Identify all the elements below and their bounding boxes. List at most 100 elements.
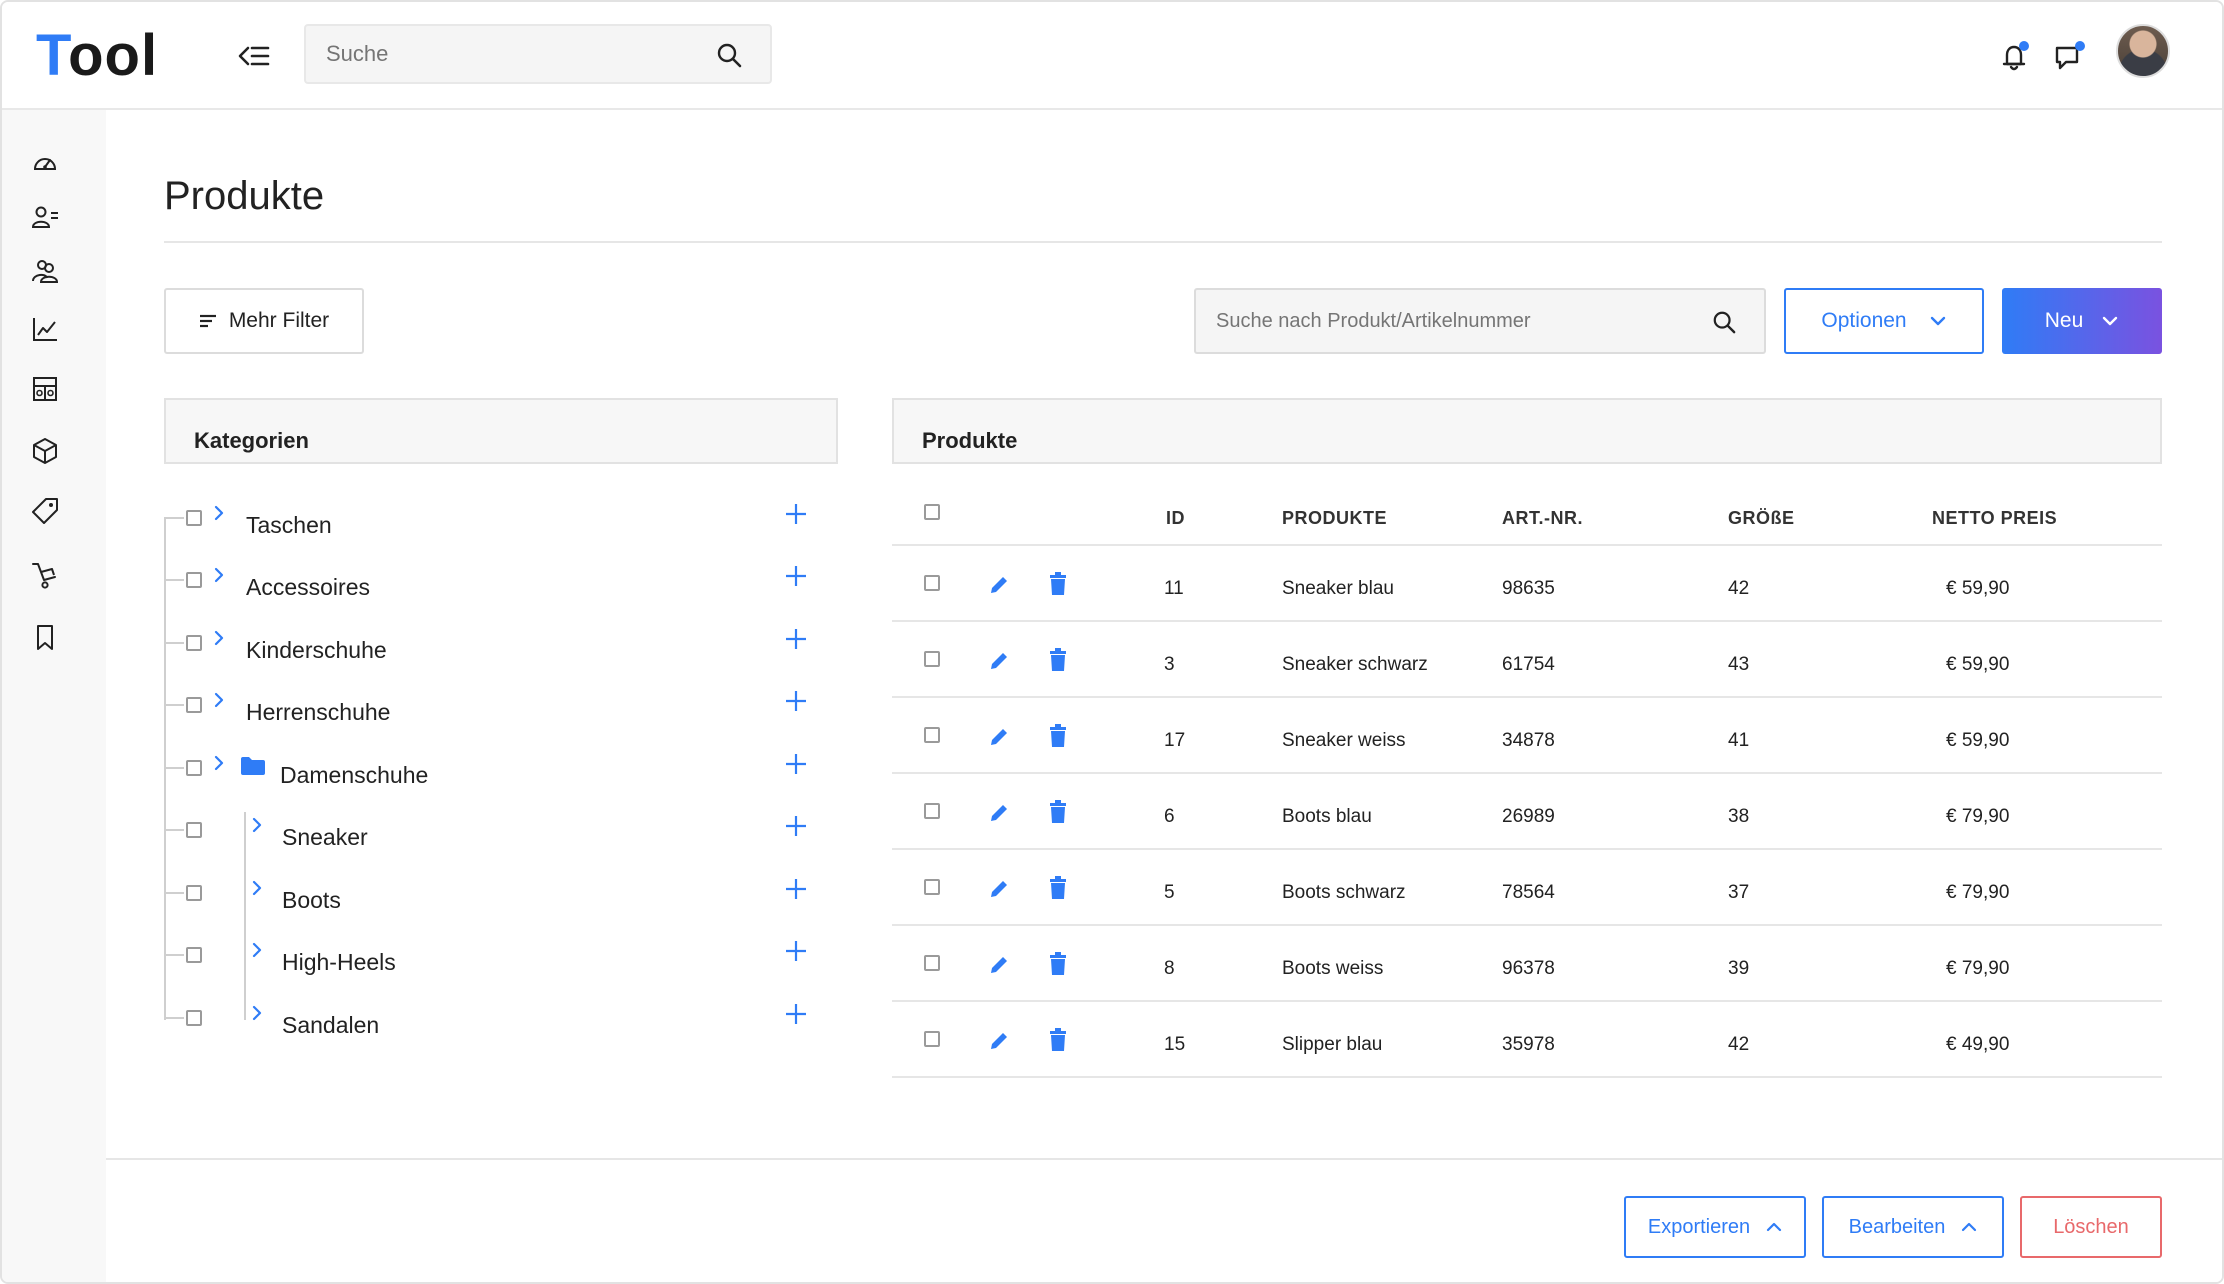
folder-icon [240, 756, 266, 781]
export-button[interactable]: Exportieren [1624, 1196, 1806, 1258]
trash-icon[interactable] [1048, 1028, 1068, 1057]
plus-icon[interactable] [784, 752, 808, 776]
subcategory-row[interactable]: Boots [164, 847, 838, 913]
edit-pencil-icon[interactable] [988, 726, 1010, 753]
select-all-checkbox[interactable] [924, 504, 940, 520]
cell-art-nr: 35978 [1502, 1034, 1555, 1055]
chevron-right-icon[interactable] [212, 629, 226, 652]
users-icon[interactable] [30, 202, 60, 232]
table-icon[interactable] [30, 374, 60, 404]
dashboard-icon[interactable] [30, 148, 60, 178]
category-checkbox[interactable] [186, 885, 202, 901]
table-row[interactable]: 3 Sneaker schwarz 61754 43 € 59,90 [892, 622, 2162, 698]
table-row[interactable]: 15 Slipper blau 35978 42 € 49,90 [892, 1002, 2162, 1078]
box-icon[interactable] [30, 436, 60, 466]
edit-pencil-icon[interactable] [988, 1030, 1010, 1057]
category-checkbox[interactable] [186, 635, 202, 651]
search-icon[interactable] [1712, 310, 1736, 339]
category-checkbox[interactable] [186, 760, 202, 776]
delete-button[interactable]: Löschen [2020, 1196, 2162, 1258]
plus-icon[interactable] [784, 689, 808, 713]
more-filter-button[interactable]: Mehr Filter [164, 288, 364, 354]
row-checkbox[interactable] [924, 727, 940, 743]
trash-icon[interactable] [1048, 648, 1068, 677]
options-dropdown-button[interactable]: Optionen [1784, 288, 1984, 354]
table-row[interactable]: 17 Sneaker weiss 34878 41 € 59,90 [892, 698, 2162, 774]
new-dropdown-button[interactable]: Neu [2002, 288, 2162, 354]
trash-icon[interactable] [1048, 952, 1068, 981]
category-checkbox[interactable] [186, 1010, 202, 1026]
edit-pencil-icon[interactable] [988, 650, 1010, 677]
plus-icon[interactable] [784, 502, 808, 526]
plus-icon[interactable] [784, 1002, 808, 1026]
edit-pencil-icon[interactable] [988, 802, 1010, 829]
chart-icon[interactable] [30, 314, 60, 344]
plus-icon[interactable] [784, 814, 808, 838]
trash-icon[interactable] [1048, 572, 1068, 601]
subcategory-row[interactable]: Sandalen [164, 972, 838, 1038]
category-row[interactable]: Accessoires [164, 534, 838, 600]
category-row-expanded[interactable]: Damenschuhe [164, 722, 838, 788]
row-checkbox[interactable] [924, 803, 940, 819]
table-row[interactable]: 5 Boots schwarz 78564 37 € 79,90 [892, 850, 2162, 926]
product-search-input[interactable] [1216, 290, 1696, 352]
avatar[interactable] [2116, 24, 2170, 78]
chevron-right-icon[interactable] [212, 691, 226, 714]
trash-icon[interactable] [1048, 876, 1068, 905]
trash-icon[interactable] [1048, 724, 1068, 753]
plus-icon[interactable] [784, 564, 808, 588]
edit-pencil-icon[interactable] [988, 878, 1010, 905]
category-row[interactable]: Kinderschuhe [164, 597, 838, 663]
chevron-right-icon[interactable] [250, 816, 264, 839]
category-checkbox[interactable] [186, 572, 202, 588]
category-checkbox[interactable] [186, 947, 202, 963]
column-header-size[interactable]: GRÖßE [1728, 508, 1795, 529]
chevron-right-icon[interactable] [250, 879, 264, 902]
chevron-right-icon[interactable] [212, 566, 226, 589]
global-search-input[interactable] [326, 26, 706, 82]
cart-icon[interactable] [30, 560, 60, 590]
plus-icon[interactable] [784, 627, 808, 651]
table-row[interactable]: 11 Sneaker blau 98635 42 € 59,90 [892, 546, 2162, 622]
search-icon[interactable] [716, 42, 742, 73]
row-checkbox[interactable] [924, 879, 940, 895]
column-header-product[interactable]: PRODUKTE [1282, 508, 1387, 529]
chevron-right-icon[interactable] [250, 941, 264, 964]
trash-icon[interactable] [1048, 800, 1068, 829]
chevron-right-icon[interactable] [212, 504, 226, 527]
row-checkbox[interactable] [924, 575, 940, 591]
row-checkbox[interactable] [924, 1031, 940, 1047]
plus-icon[interactable] [784, 877, 808, 901]
app-logo[interactable]: Tool [36, 24, 158, 88]
chevron-up-icon [1962, 1222, 1977, 1232]
bookmark-icon[interactable] [30, 622, 60, 652]
table-row[interactable]: 6 Boots blau 26989 38 € 79,90 [892, 774, 2162, 850]
delete-label: Löschen [2053, 1215, 2129, 1238]
category-checkbox[interactable] [186, 510, 202, 526]
chat-icon[interactable] [2052, 40, 2088, 79]
column-header-id[interactable]: ID [1166, 508, 1185, 529]
bell-icon[interactable] [1998, 40, 2032, 79]
collapse-menu-icon[interactable] [234, 36, 274, 76]
bulk-edit-button[interactable]: Bearbeiten [1822, 1196, 2004, 1258]
chevron-down-icon [1930, 316, 1945, 326]
category-row[interactable]: Herrenschuhe [164, 659, 838, 725]
row-checkbox[interactable] [924, 651, 940, 667]
column-header-price[interactable]: NETTO PREIS [1932, 508, 2057, 529]
edit-pencil-icon[interactable] [988, 954, 1010, 981]
column-header-art-nr[interactable]: ART.-NR. [1502, 508, 1583, 529]
subcategory-row[interactable]: High-Heels [164, 909, 838, 975]
row-checkbox[interactable] [924, 955, 940, 971]
category-row[interactable]: Taschen [164, 472, 838, 538]
table-row[interactable]: 8 Boots weiss 96378 39 € 79,90 [892, 926, 2162, 1002]
category-checkbox[interactable] [186, 822, 202, 838]
plus-icon[interactable] [784, 939, 808, 963]
tree-branch [164, 642, 184, 644]
chevron-right-icon[interactable] [250, 1004, 264, 1027]
edit-pencil-icon[interactable] [988, 574, 1010, 601]
tag-icon[interactable] [30, 496, 60, 526]
groups-icon[interactable] [30, 256, 60, 286]
chevron-right-icon[interactable] [212, 754, 226, 777]
category-checkbox[interactable] [186, 697, 202, 713]
subcategory-row[interactable]: Sneaker [164, 784, 838, 850]
